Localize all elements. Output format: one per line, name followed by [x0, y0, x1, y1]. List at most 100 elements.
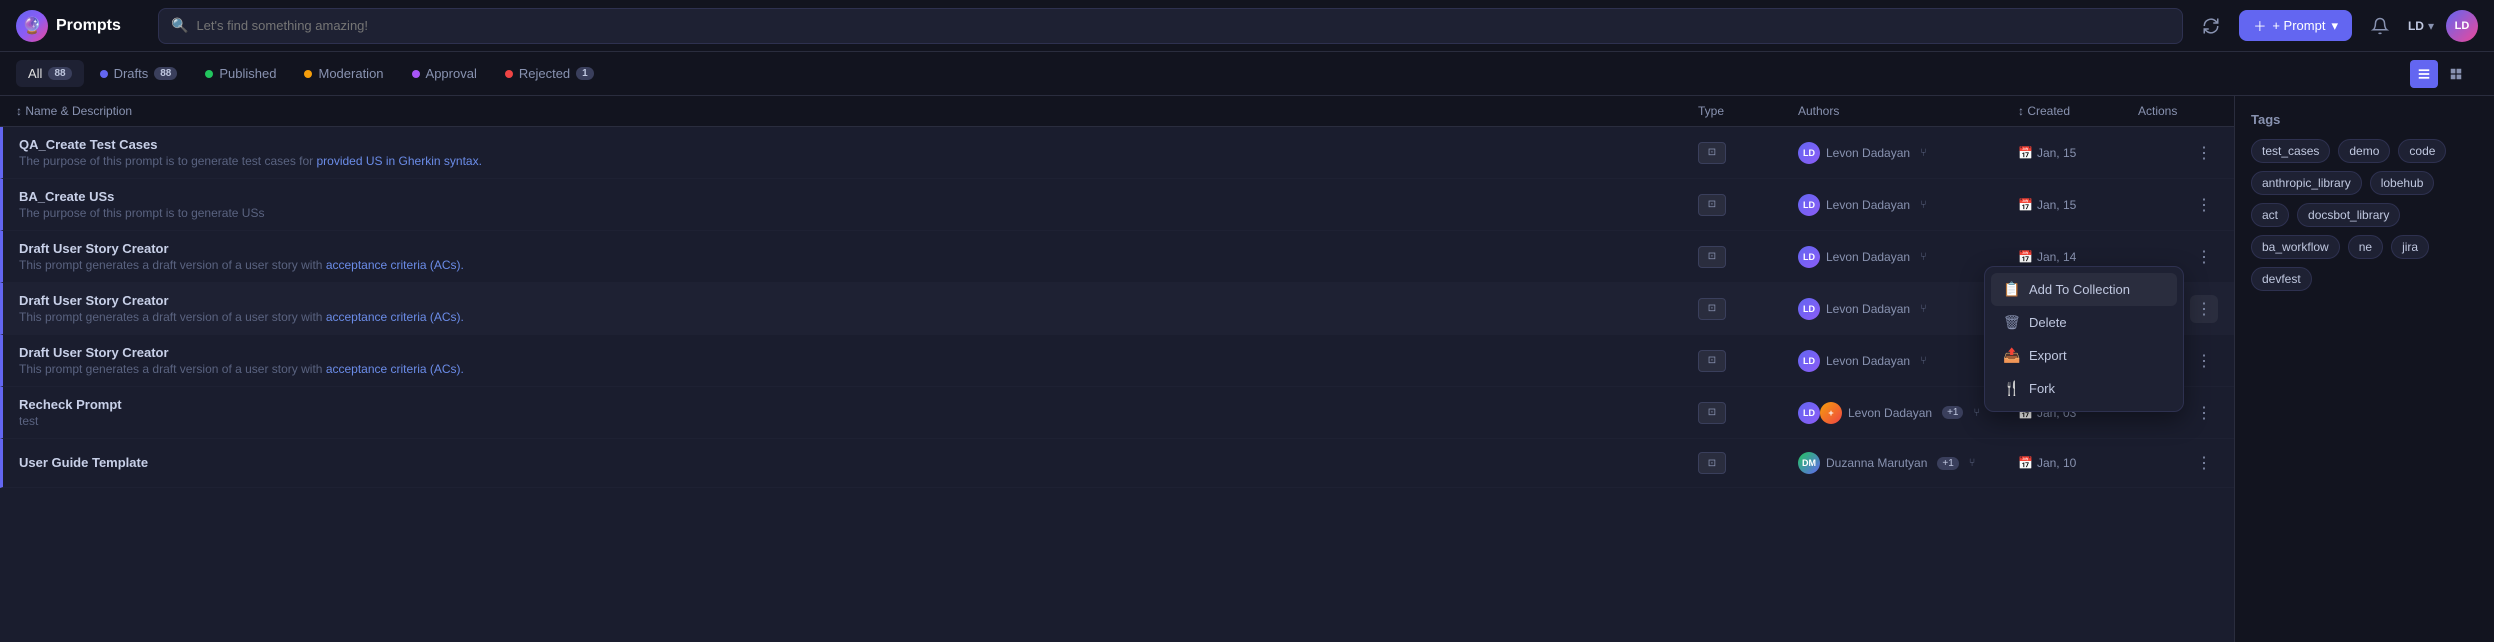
list-view-button[interactable] — [2410, 60, 2438, 88]
date-value: Jan, 15 — [2037, 198, 2076, 212]
type-icon: ⊡ — [1698, 142, 1726, 164]
row-title: BA_Create USs — [19, 189, 1698, 204]
table-row[interactable]: Draft User Story Creator This prompt gen… — [0, 283, 2234, 335]
tab-rejected-badge: 1 — [576, 67, 594, 80]
export-icon: 📤 — [2003, 347, 2019, 364]
avatar[interactable]: LD — [2446, 10, 2478, 42]
header: 🔮 Prompts 🔍 ＋ + Prompt ▾ LD ▾ LD — [0, 0, 2494, 52]
tab-approval-dot — [412, 70, 420, 78]
row-description: The purpose of this prompt is to generat… — [19, 206, 1698, 220]
search-bar[interactable]: 🔍 — [158, 8, 2183, 44]
tag-chip[interactable]: demo — [2338, 139, 2390, 163]
user-badge[interactable]: LD ▾ — [2408, 19, 2434, 33]
tab-approval[interactable]: Approval — [400, 60, 489, 87]
row-authors-cell: LD Levon Dadayan ⑂ — [1798, 194, 2018, 216]
calendar-icon: 📅 — [2018, 198, 2033, 212]
tab-moderation-label: Moderation — [318, 66, 383, 81]
tag-chip[interactable]: jira — [2391, 235, 2429, 259]
row-actions-cell: ⋮ — [2138, 139, 2218, 167]
author-name: Levon Dadayan — [1826, 354, 1910, 368]
table-row[interactable]: Draft User Story Creator This prompt gen… — [0, 335, 2234, 387]
tab-published-label: Published — [219, 66, 276, 81]
search-icon: 🔍 — [171, 17, 188, 34]
row-actions-menu-button[interactable]: ⋮ — [2190, 243, 2218, 271]
menu-item-add-collection[interactable]: 📋 Add To Collection — [1991, 273, 2177, 306]
row-actions-menu-button[interactable]: ⋮ — [2190, 139, 2218, 167]
menu-item-export[interactable]: 📤 Export — [1991, 339, 2177, 372]
menu-item-delete[interactable]: 🗑 Delete — [1991, 306, 2177, 339]
fork-icon: ⑂ — [1973, 407, 1980, 419]
plus-icon: ＋ — [2253, 16, 2266, 35]
sync-icon[interactable] — [2195, 10, 2227, 42]
dropdown-arrow-icon: ▾ — [2331, 18, 2338, 34]
app-title: Prompts — [56, 17, 121, 35]
row-actions-cell: ⋮ — [2138, 191, 2218, 219]
row-actions-menu-button[interactable]: ⋮ — [2190, 449, 2218, 477]
row-title: User Guide Template — [19, 455, 1698, 470]
header-right: ＋ + Prompt ▾ LD ▾ LD — [2195, 10, 2478, 42]
add-prompt-button[interactable]: ＋ + Prompt ▾ — [2239, 10, 2352, 41]
tag-chip[interactable]: devfest — [2251, 267, 2312, 291]
tab-published[interactable]: Published — [193, 60, 288, 87]
tag-chip[interactable]: docsbot_library — [2297, 203, 2400, 227]
row-actions-menu-button[interactable]: ⋮ — [2190, 347, 2218, 375]
tab-approval-label: Approval — [426, 66, 477, 81]
tag-chip[interactable]: ba_workflow — [2251, 235, 2340, 259]
row-description: test — [19, 414, 1698, 428]
table-row[interactable]: Draft User Story Creator This prompt gen… — [0, 231, 2234, 283]
tab-drafts[interactable]: Drafts 88 — [88, 60, 190, 87]
view-toggle — [2410, 60, 2470, 88]
row-date-cell: 📅 Jan, 15 — [2018, 146, 2138, 160]
tag-chip[interactable]: ne — [2348, 235, 2383, 259]
row-date-cell: 📅 Jan, 10 — [2018, 456, 2138, 470]
author-avatar: LD — [1798, 194, 1820, 216]
row-actions-menu-button[interactable]: ⋮ — [2190, 191, 2218, 219]
logo-icon: 🔮 — [16, 10, 48, 42]
row-name-cell: Recheck Prompt test — [19, 397, 1698, 428]
table-row[interactable]: User Guide Template ⊡ DM Duzanna Marutya… — [0, 439, 2234, 488]
fork-icon: ⑂ — [1920, 355, 1927, 367]
table-row[interactable]: BA_Create USs The purpose of this prompt… — [0, 179, 2234, 231]
table-row[interactable]: Recheck Prompt test ⊡ LD + Levon Dadayan… — [0, 387, 2234, 439]
author-name: Levon Dadayan — [1848, 406, 1932, 420]
row-name-cell: QA_Create Test Cases The purpose of this… — [19, 137, 1698, 168]
table-area: ↕ Name & Description Type Authors ↕ Crea… — [0, 96, 2234, 642]
tag-chip[interactable]: lobehub — [2370, 171, 2435, 195]
row-description: The purpose of this prompt is to generat… — [19, 154, 1698, 168]
tab-rejected-label: Rejected — [519, 66, 570, 81]
tag-chip[interactable]: act — [2251, 203, 2289, 227]
author-name: Levon Dadayan — [1826, 250, 1910, 264]
row-type-cell: ⊡ — [1698, 142, 1798, 164]
row-actions-menu-button[interactable]: ⋮ — [2190, 399, 2218, 427]
grid-view-button[interactable] — [2442, 60, 2470, 88]
row-authors-cell: DM Duzanna Marutyan +1 ⑂ — [1798, 452, 2018, 474]
author-avatar-2: + — [1820, 402, 1842, 424]
tab-all[interactable]: All 88 — [16, 60, 84, 87]
row-date-cell: 📅 Jan, 15 — [2018, 198, 2138, 212]
menu-item-fork[interactable]: 🍴 Fork — [1991, 372, 2177, 405]
plus-one-badge: +1 — [1937, 457, 1958, 470]
fork-icon: ⑂ — [1920, 303, 1927, 315]
tab-drafts-badge: 88 — [154, 67, 177, 80]
tab-all-label: All — [28, 66, 42, 81]
search-input[interactable] — [196, 18, 2170, 33]
tag-chip[interactable]: test_cases — [2251, 139, 2330, 163]
tag-chip[interactable]: anthropic_library — [2251, 171, 2362, 195]
type-icon: ⊡ — [1698, 452, 1726, 474]
row-name-cell: User Guide Template — [19, 455, 1698, 472]
notification-icon[interactable] — [2364, 10, 2396, 42]
table-row[interactable]: QA_Create Test Cases The purpose of this… — [0, 127, 2234, 179]
row-title: Draft User Story Creator — [19, 345, 1698, 360]
col-type-header: Type — [1698, 104, 1798, 118]
author-avatar: DM — [1798, 452, 1820, 474]
tab-drafts-label: Drafts — [114, 66, 149, 81]
tag-chip[interactable]: code — [2398, 139, 2446, 163]
row-description: This prompt generates a draft version of… — [19, 362, 1698, 376]
tab-rejected[interactable]: Rejected 1 — [493, 60, 606, 87]
menu-item-label: Export — [2029, 348, 2067, 363]
row-actions-menu-button[interactable]: ⋮ — [2190, 295, 2218, 323]
tab-moderation[interactable]: Moderation — [292, 60, 395, 87]
date-value: Jan, 14 — [2037, 250, 2076, 264]
delete-icon: 🗑 — [2003, 314, 2019, 331]
author-avatar: LD — [1798, 142, 1820, 164]
